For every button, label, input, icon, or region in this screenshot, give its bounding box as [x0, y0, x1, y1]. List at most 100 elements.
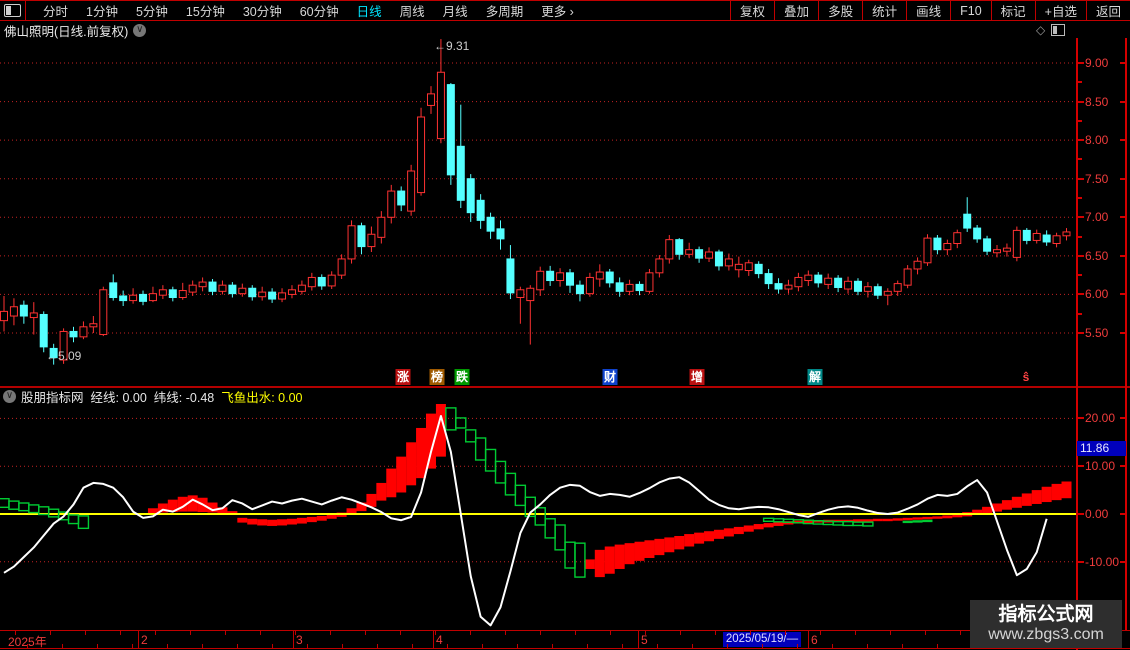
menu-item-8[interactable]: 周线	[400, 1, 425, 20]
axis-tick	[1120, 560, 1125, 563]
toolbar-button-3[interactable]: 多股	[818, 1, 862, 20]
axis-tick	[132, 644, 133, 648]
axis-tick	[400, 631, 401, 635]
high-price-label: ←9.31	[434, 39, 470, 53]
window-edge-ruler[interactable]	[1125, 38, 1127, 630]
axis-tick	[1120, 100, 1125, 103]
event-marker-跌[interactable]: 跌	[454, 369, 470, 385]
axis-tick	[1078, 293, 1084, 296]
layout-toggle-button[interactable]	[0, 1, 26, 20]
toolbar-button-5[interactable]: 画线	[906, 1, 950, 20]
axis-tick	[540, 631, 541, 635]
indicator-axis-label: 10.00	[1085, 459, 1116, 474]
axis-tick	[552, 644, 553, 648]
axis-tick	[715, 631, 716, 635]
axis-tick	[202, 644, 203, 648]
indicator-values: 经线: 0.00 纬线: -0.48 飞鱼出水: 0.00	[91, 387, 310, 406]
indicator-field-3: 飞鱼出水: 0.00	[221, 390, 303, 405]
chevron-down-icon[interactable]: ∨	[3, 389, 16, 403]
indicator-header: ∨ 股朋指标网 经线: 0.00 纬线: -0.48 飞鱼出水: 0.00	[0, 387, 310, 406]
indicator-chart[interactable]	[0, 404, 1076, 630]
trading-app-window: 分时 1分钟 5分钟 15分钟 30分钟 60分钟 日线 周线 月线 多周期 更多 › 复权 叠加 多股…	[0, 0, 1130, 650]
axis-tick	[307, 644, 308, 648]
price-axis-label: 6.00	[1085, 287, 1109, 302]
axis-tick	[435, 631, 436, 635]
axis-tick	[657, 644, 658, 648]
axis-tick	[1078, 417, 1084, 420]
period-toolbar: 分时 1分钟 5分钟 15分钟 30分钟 60分钟 日线 周线 月线 多周期 更多 › 复权 叠加 多股…	[0, 0, 1130, 21]
time-axis-label: 2	[141, 633, 148, 647]
menu-item-11[interactable]: 更多 ›	[541, 1, 574, 20]
menu-item-4[interactable]: 15分钟	[186, 1, 225, 20]
price-axis-label: 6.50	[1085, 248, 1109, 263]
toolbar-button-2[interactable]: 叠加	[774, 1, 818, 20]
menu-item-5[interactable]: 30分钟	[243, 1, 282, 20]
axis-tick	[97, 644, 98, 648]
axis-tick	[1120, 465, 1125, 468]
axis-tick	[1078, 513, 1084, 515]
event-marker-增[interactable]: 增	[689, 369, 705, 385]
axis-tick	[120, 631, 121, 635]
event-marker-解[interactable]: 解	[807, 369, 823, 385]
pane-layout-icon[interactable]	[1051, 24, 1066, 36]
axis-line	[1076, 38, 1078, 650]
axis-tick	[762, 644, 763, 648]
axis-tick	[27, 644, 28, 648]
menu-item-6[interactable]: 60分钟	[300, 1, 339, 20]
axis-minor-tick	[1078, 274, 1082, 277]
axis-tick	[225, 631, 226, 635]
time-axis-label: 3	[296, 633, 303, 647]
menu-item-3[interactable]: 5分钟	[136, 1, 168, 20]
axis-minor-tick	[1078, 197, 1082, 199]
axis-tick	[902, 644, 903, 648]
month-separator	[638, 631, 639, 648]
event-marker-财[interactable]: 财	[602, 369, 618, 385]
menu-item-1[interactable]: 分时	[43, 1, 68, 20]
menu-item-7[interactable]: 日线	[357, 1, 382, 20]
axis-tick	[1120, 177, 1125, 180]
time-axis[interactable]: 2025/05/19/— 2025年 2 3 4 5 6	[0, 630, 1130, 649]
toolbar-button-1[interactable]: 复权	[730, 1, 774, 20]
chevron-down-icon[interactable]: ∨	[133, 23, 147, 37]
axis-tick	[1078, 254, 1084, 257]
menu-item-9[interactable]: 月线	[443, 1, 468, 20]
indicator-name[interactable]: 股朋指标网	[21, 387, 84, 406]
axis-tick	[855, 631, 856, 635]
axis-tick	[1120, 139, 1125, 142]
axis-tick	[62, 644, 63, 648]
event-marker-ŝ[interactable]: ŝ	[1019, 369, 1034, 385]
axis-tick	[330, 631, 331, 635]
axis-tick	[890, 631, 891, 635]
toolbar-button-4[interactable]: 统计	[862, 1, 906, 20]
toolbar-button-7[interactable]: 标记	[990, 1, 1035, 20]
axis-tick	[412, 644, 413, 648]
axis-tick	[50, 631, 51, 635]
axis-tick	[237, 644, 238, 648]
axis-tick	[505, 631, 506, 635]
indicator-field-2: 纬线: -0.48	[153, 390, 215, 405]
axis-tick	[820, 631, 821, 635]
event-marker-涨[interactable]: 涨	[395, 369, 411, 385]
axis-tick	[727, 644, 728, 648]
axis-tick	[260, 631, 261, 635]
axis-tick	[680, 631, 681, 635]
candlestick-chart[interactable]	[0, 38, 1076, 386]
menu-item-2[interactable]: 1分钟	[86, 1, 118, 20]
toolbar-button-6[interactable]: F10	[950, 1, 991, 20]
price-axis-label: 8.00	[1085, 133, 1109, 148]
indicator-axis-label: 0.00	[1085, 507, 1109, 521]
axis-tick	[925, 631, 926, 635]
axis-minor-tick	[1078, 119, 1082, 122]
axis-tick	[587, 644, 588, 648]
event-marker-榜[interactable]: 榜	[429, 369, 445, 385]
month-separator	[138, 631, 139, 648]
axis-tick	[1078, 216, 1084, 219]
axis-tick	[1078, 331, 1084, 334]
menu-item-10[interactable]: 多周期	[486, 1, 524, 20]
diamond-icon[interactable]: ◇	[1036, 23, 1045, 37]
axis-tick	[797, 644, 798, 648]
axis-tick	[155, 631, 156, 635]
axis-tick	[342, 644, 343, 648]
indicator-value-badge: 11.86	[1077, 441, 1126, 456]
price-axis: 11.86 9.00 8.50 8.00 7.50 7.00 6.50 6.00 5.50 20…	[1076, 0, 1130, 650]
